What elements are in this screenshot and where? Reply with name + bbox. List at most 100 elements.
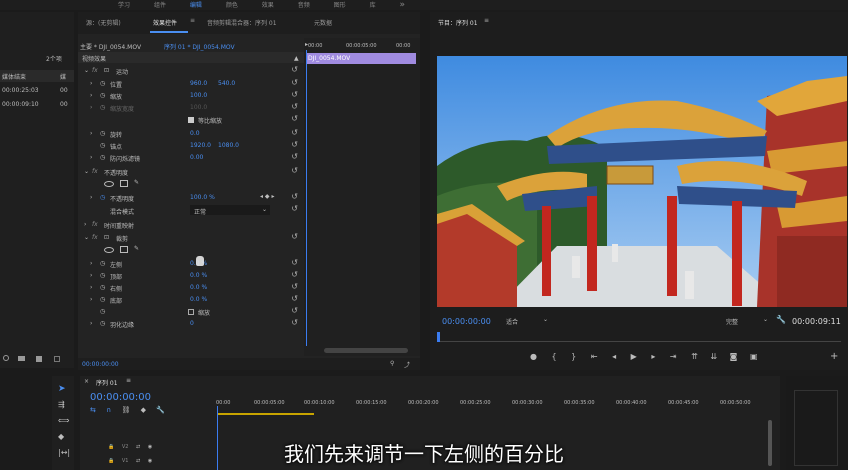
snap-icon[interactable]: ∩: [106, 406, 111, 414]
crop-zoom-checkbox[interactable]: [188, 309, 194, 315]
compare-icon[interactable]: ▣: [750, 352, 758, 361]
program-timecode[interactable]: 00:00:00:00: [442, 317, 491, 326]
chevron-right-icon[interactable]: ›: [90, 92, 92, 99]
ripple-edit-tool-icon[interactable]: ⟺: [58, 416, 69, 425]
workspace-tab-assembly[interactable]: 组件: [154, 2, 166, 9]
workspace-tab-graphics[interactable]: 图形: [334, 2, 346, 9]
workspace-more[interactable]: »: [400, 0, 406, 10]
stopwatch-icon[interactable]: ◷: [100, 142, 105, 149]
wrench-icon[interactable]: 🔧: [156, 406, 165, 414]
ec-clip-bar[interactable]: DJI_0054.MOV: [306, 53, 416, 64]
reset-icon[interactable]: ↺: [291, 318, 298, 327]
stopwatch-icon[interactable]: ◷: [100, 272, 105, 279]
reset-icon[interactable]: ↺: [291, 270, 298, 279]
quality-select[interactable]: 完整 ⌄: [722, 315, 770, 326]
chevron-right-icon[interactable]: ›: [90, 320, 92, 327]
workspace-tab-audio[interactable]: 音频: [298, 2, 310, 9]
reset-icon[interactable]: ↺: [291, 306, 298, 315]
timeline-title[interactable]: 序列 01: [96, 378, 118, 387]
ellipse-mask-icon[interactable]: [104, 247, 114, 253]
stopwatch-icon[interactable]: ◷: [100, 80, 105, 87]
time-remap-header[interactable]: 时间重映射: [104, 221, 134, 230]
keyframe-nav-icon[interactable]: ◂ ◆ ▸: [260, 193, 274, 200]
pen-mask-icon[interactable]: ✎: [134, 179, 139, 186]
program-scrub-bar[interactable]: [437, 332, 841, 342]
effect-controls-timecode[interactable]: 00:00:00:00: [82, 361, 119, 368]
reset-icon[interactable]: ↺: [291, 258, 298, 267]
stopwatch-icon[interactable]: ◷: [100, 130, 105, 137]
program-monitor-title[interactable]: 节目：序列 01: [438, 18, 478, 27]
reset-icon[interactable]: ↺: [291, 192, 298, 201]
position-y-value[interactable]: 540.0: [218, 80, 235, 87]
reset-icon[interactable]: ↺: [291, 204, 298, 213]
search-icon[interactable]: [3, 355, 9, 361]
workspace-tab-libraries[interactable]: 库: [370, 2, 376, 9]
crop-top-value[interactable]: 0.0 %: [190, 272, 207, 279]
reset-icon[interactable]: ↺: [291, 90, 298, 99]
master-clip-label[interactable]: 主要 * DJI_0054.MOV: [80, 44, 141, 51]
reset-icon[interactable]: ↺: [291, 232, 298, 241]
chevron-down-icon[interactable]: ⌄: [84, 168, 89, 175]
workspace-tab-learn[interactable]: 学习: [118, 2, 130, 9]
workspace-tab-color[interactable]: 颜色: [226, 2, 238, 9]
stopwatch-icon[interactable]: ◷: [100, 284, 105, 291]
reset-icon[interactable]: ↺: [291, 294, 298, 303]
tab-metadata[interactable]: 元数据: [314, 18, 332, 27]
timeline-ruler[interactable]: 00:00 00:00:05:00 00:00:10:00 00:00:15:0…: [216, 398, 772, 412]
add-marker-icon[interactable]: ◆: [141, 406, 146, 414]
chevron-right-icon[interactable]: ›: [84, 221, 86, 228]
timeline-close-icon[interactable]: ×: [84, 378, 89, 385]
stopwatch-icon[interactable]: ◷: [100, 320, 105, 327]
crop-bottom-value[interactable]: 0.0 %: [190, 296, 207, 303]
crop-header[interactable]: 裁剪: [116, 234, 128, 243]
opacity-header[interactable]: 不透明度: [104, 168, 128, 177]
program-playhead[interactable]: [437, 332, 440, 342]
chevron-right-icon[interactable]: ›: [90, 296, 92, 303]
chevron-right-icon[interactable]: ›: [90, 80, 92, 87]
stopwatch-icon[interactable]: ◷: [100, 92, 105, 99]
panel-menu-icon[interactable]: ≡: [126, 377, 131, 384]
ellipse-mask-icon[interactable]: [104, 181, 114, 187]
selection-tool-icon[interactable]: ➤: [58, 384, 66, 394]
chevron-down-icon[interactable]: ⌄: [84, 67, 89, 74]
reset-icon[interactable]: ↺: [291, 78, 298, 87]
chevron-up-icon[interactable]: ▲: [294, 55, 299, 62]
reset-icon[interactable]: ↺: [291, 152, 298, 161]
reset-icon[interactable]: ↺: [291, 282, 298, 291]
ec-scrollbar[interactable]: [324, 348, 408, 353]
chevron-right-icon[interactable]: ›: [90, 260, 92, 267]
tab-audio-mixer[interactable]: 音频剪辑混合器：序列 01: [207, 18, 277, 27]
go-to-out-icon[interactable]: ⇥: [670, 352, 677, 361]
extract-icon[interactable]: ⇊: [710, 352, 717, 361]
tab-menu-icon[interactable]: ≡: [190, 17, 195, 24]
position-x-value[interactable]: 960.0: [190, 80, 207, 87]
workspace-tab-effects[interactable]: 效果: [262, 2, 274, 9]
stopwatch-icon[interactable]: ◷: [100, 154, 105, 161]
tab-source[interactable]: 源：(无剪辑): [86, 18, 121, 27]
timeline-timecode[interactable]: 00:00:00:00: [90, 392, 151, 403]
ec-playhead[interactable]: [306, 50, 307, 346]
folder-icon[interactable]: [18, 356, 25, 361]
project-col-media-duration[interactable]: 媒: [60, 72, 66, 81]
wrench-icon[interactable]: 🔧: [776, 315, 786, 324]
fit-select[interactable]: 适合 ⌄: [502, 315, 550, 326]
project-col-media-end[interactable]: 媒体结束: [2, 72, 26, 81]
project-row[interactable]: 00:00:25:03 00: [2, 87, 72, 94]
opacity-value[interactable]: 100.0 %: [190, 194, 215, 201]
list-view-icon[interactable]: [54, 356, 60, 362]
reset-icon[interactable]: ↺: [291, 166, 298, 175]
stopwatch-icon[interactable]: ◷: [100, 194, 105, 201]
rectangle-mask-icon[interactable]: [120, 246, 128, 253]
play-icon[interactable]: ▶: [631, 352, 637, 361]
rectangle-mask-icon[interactable]: [120, 180, 128, 187]
anchor-y-value[interactable]: 1080.0: [218, 142, 239, 149]
chevron-down-icon[interactable]: ⌄: [84, 234, 89, 241]
step-back-icon[interactable]: ◂: [612, 352, 616, 361]
add-marker-icon[interactable]: ●: [530, 352, 537, 361]
project-row[interactable]: 00:00:09:10 00: [2, 101, 72, 108]
reset-icon[interactable]: ↺: [291, 114, 298, 123]
sequence-clip-label[interactable]: 序列 01 * DJI_0054.MOV: [164, 44, 235, 51]
work-area-bar[interactable]: [218, 413, 314, 415]
workspace-tab-editing[interactable]: 编辑: [190, 2, 202, 9]
chevron-right-icon[interactable]: ›: [90, 194, 92, 201]
